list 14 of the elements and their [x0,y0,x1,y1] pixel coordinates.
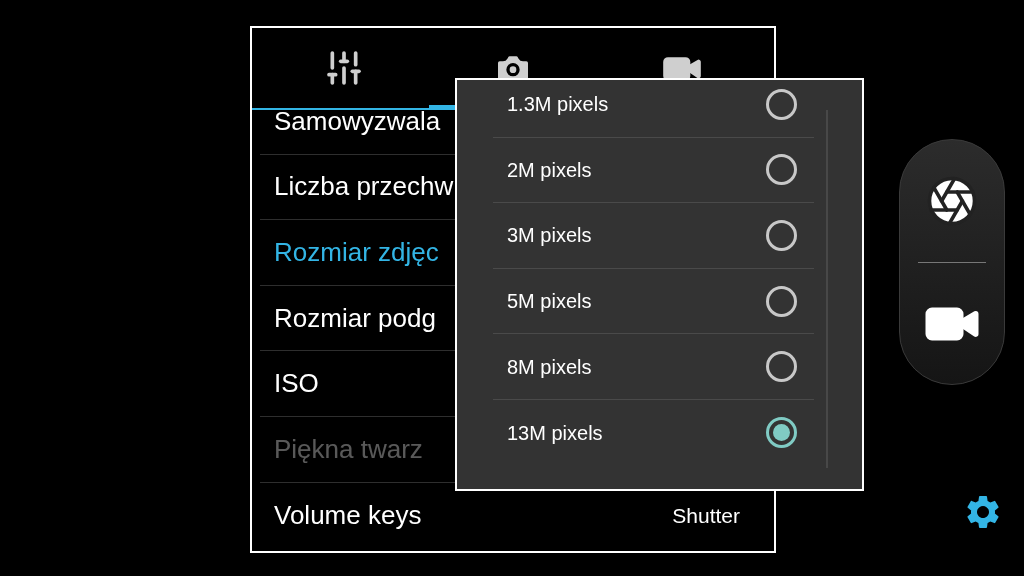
setting-label: Piękna twarz [274,432,423,466]
setting-label: Samowyzwala [274,110,441,138]
setting-label: Volume keys [274,498,422,532]
option-label: 3M pixels [507,223,592,249]
setting-label: ISO [274,367,319,401]
option-label: 8M pixels [507,354,592,380]
option-label: 1.3M pixels [507,92,609,118]
option-label: 5M pixels [507,289,592,315]
option-label: 13M pixels [507,420,603,446]
option-label: 2M pixels [507,157,592,183]
setting-label: Rozmiar zdjęc [274,236,439,269]
setting-value: Shutter [672,502,740,529]
setting-label: Liczba przechw [274,170,454,204]
setting-label: Rozmiar podg [274,301,436,335]
